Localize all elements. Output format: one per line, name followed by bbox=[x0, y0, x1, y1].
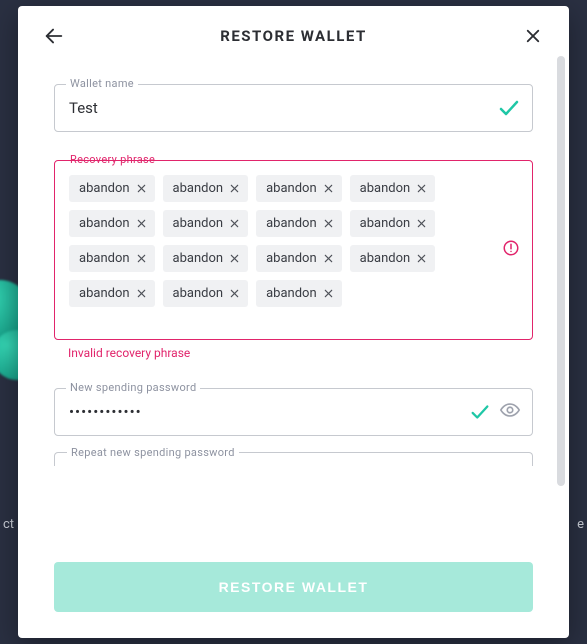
chip-remove[interactable] bbox=[229, 183, 240, 194]
restore-wallet-modal: RESTORE WALLET Wallet name Recovery phra… bbox=[18, 6, 569, 638]
chip-text: abandon bbox=[173, 286, 224, 301]
chip-remove[interactable] bbox=[136, 288, 147, 299]
recovery-word-chip: abandon bbox=[256, 280, 342, 307]
recovery-word-chip: abandon bbox=[256, 245, 342, 272]
chip-remove[interactable] bbox=[416, 253, 427, 264]
chip-text: abandon bbox=[173, 216, 224, 231]
close-icon bbox=[136, 288, 147, 299]
chip-remove[interactable] bbox=[229, 288, 240, 299]
recovery-error-text: Invalid recovery phrase bbox=[68, 346, 533, 360]
chip-text: abandon bbox=[360, 181, 411, 196]
recovery-phrase-input[interactable]: abandon abandon abandon abandon abandon aband… bbox=[54, 160, 533, 340]
chip-remove[interactable] bbox=[323, 288, 334, 299]
recovery-phrase-field: Recovery phrase abandonabandonabandonaba… bbox=[54, 160, 533, 360]
close-icon bbox=[323, 253, 334, 264]
recovery-word-chip: abandon bbox=[163, 175, 249, 202]
close-icon bbox=[229, 218, 240, 229]
chip-text: abandon bbox=[360, 251, 411, 266]
close-icon bbox=[136, 183, 147, 194]
check-icon bbox=[469, 401, 491, 423]
password-label: New spending password bbox=[66, 381, 200, 394]
bg-text: ct bbox=[3, 517, 14, 532]
chip-text: abandon bbox=[266, 251, 317, 266]
repeat-password-field: Repeat new spending password bbox=[54, 452, 533, 466]
password-icons bbox=[469, 399, 521, 425]
bg-text: e bbox=[577, 517, 584, 532]
recovery-chips: abandon abandon abandon abandon abandon aband… bbox=[69, 175, 488, 307]
chip-text: abandon bbox=[79, 216, 130, 231]
scrollbar[interactable] bbox=[557, 56, 565, 486]
chip-remove[interactable] bbox=[323, 218, 334, 229]
wallet-name-input[interactable] bbox=[69, 99, 484, 117]
eye-icon bbox=[499, 399, 521, 421]
chip-text: abandon bbox=[266, 286, 317, 301]
chip-remove[interactable] bbox=[136, 183, 147, 194]
recovery-word-chip: abandon bbox=[350, 210, 436, 237]
close-icon bbox=[416, 183, 427, 194]
recovery-word-chip: abandon bbox=[69, 280, 155, 307]
chip-text: abandon bbox=[173, 181, 224, 196]
recovery-word-chip: abandon bbox=[69, 210, 155, 237]
back-button[interactable] bbox=[38, 20, 70, 52]
recovery-word-chip: abandon bbox=[350, 245, 436, 272]
chip-remove[interactable] bbox=[416, 183, 427, 194]
chip-text: abandon bbox=[79, 286, 130, 301]
close-icon bbox=[136, 253, 147, 264]
restore-wallet-button[interactable]: RESTORE WALLET bbox=[54, 562, 533, 612]
chip-remove[interactable] bbox=[136, 253, 147, 264]
chip-text: abandon bbox=[266, 216, 317, 231]
wallet-name-border bbox=[54, 84, 533, 132]
recovery-word-chip: abandon bbox=[69, 245, 155, 272]
chip-text: abandon bbox=[266, 181, 317, 196]
recovery-word-chip: abandon bbox=[163, 280, 249, 307]
chip-remove[interactable] bbox=[323, 183, 334, 194]
password-input[interactable] bbox=[69, 403, 460, 421]
close-icon bbox=[524, 27, 542, 45]
chip-text: abandon bbox=[79, 251, 130, 266]
close-icon bbox=[323, 218, 334, 229]
close-icon bbox=[323, 288, 334, 299]
arrow-left-icon bbox=[43, 25, 65, 47]
chip-remove[interactable] bbox=[229, 253, 240, 264]
modal-title: RESTORE WALLET bbox=[70, 27, 517, 45]
close-icon bbox=[323, 183, 334, 194]
recovery-word-chip: abandon bbox=[256, 210, 342, 237]
chip-text: abandon bbox=[173, 251, 224, 266]
repeat-password-label: Repeat new spending password bbox=[67, 446, 239, 459]
alert-icon bbox=[502, 239, 520, 261]
toggle-password-visibility[interactable] bbox=[499, 399, 521, 425]
password-field: New spending password bbox=[54, 388, 533, 436]
chip-remove[interactable] bbox=[416, 218, 427, 229]
recovery-word-chip: abandon bbox=[256, 175, 342, 202]
close-icon bbox=[229, 183, 240, 194]
chip-text: abandon bbox=[360, 216, 411, 231]
close-button[interactable] bbox=[517, 20, 549, 52]
modal-footer: RESTORE WALLET bbox=[18, 542, 569, 638]
close-icon bbox=[136, 218, 147, 229]
chip-remove[interactable] bbox=[136, 218, 147, 229]
close-icon bbox=[416, 253, 427, 264]
wallet-name-valid bbox=[497, 96, 521, 120]
recovery-word-chip: abandon bbox=[163, 210, 249, 237]
chip-remove[interactable] bbox=[323, 253, 334, 264]
check-icon bbox=[497, 96, 521, 120]
chip-text: abandon bbox=[79, 181, 130, 196]
close-icon bbox=[229, 288, 240, 299]
wallet-name-field: Wallet name bbox=[54, 84, 533, 132]
close-icon bbox=[229, 253, 240, 264]
recovery-word-chip: abandon bbox=[69, 175, 155, 202]
password-border bbox=[54, 388, 533, 436]
recovery-word-chip: abandon bbox=[163, 245, 249, 272]
wallet-name-label: Wallet name bbox=[66, 77, 138, 90]
close-icon bbox=[416, 218, 427, 229]
modal-body: Wallet name Recovery phrase abandonaband… bbox=[18, 62, 569, 542]
chip-remove[interactable] bbox=[229, 218, 240, 229]
recovery-word-chip: abandon bbox=[350, 175, 436, 202]
modal-header: RESTORE WALLET bbox=[18, 6, 569, 62]
